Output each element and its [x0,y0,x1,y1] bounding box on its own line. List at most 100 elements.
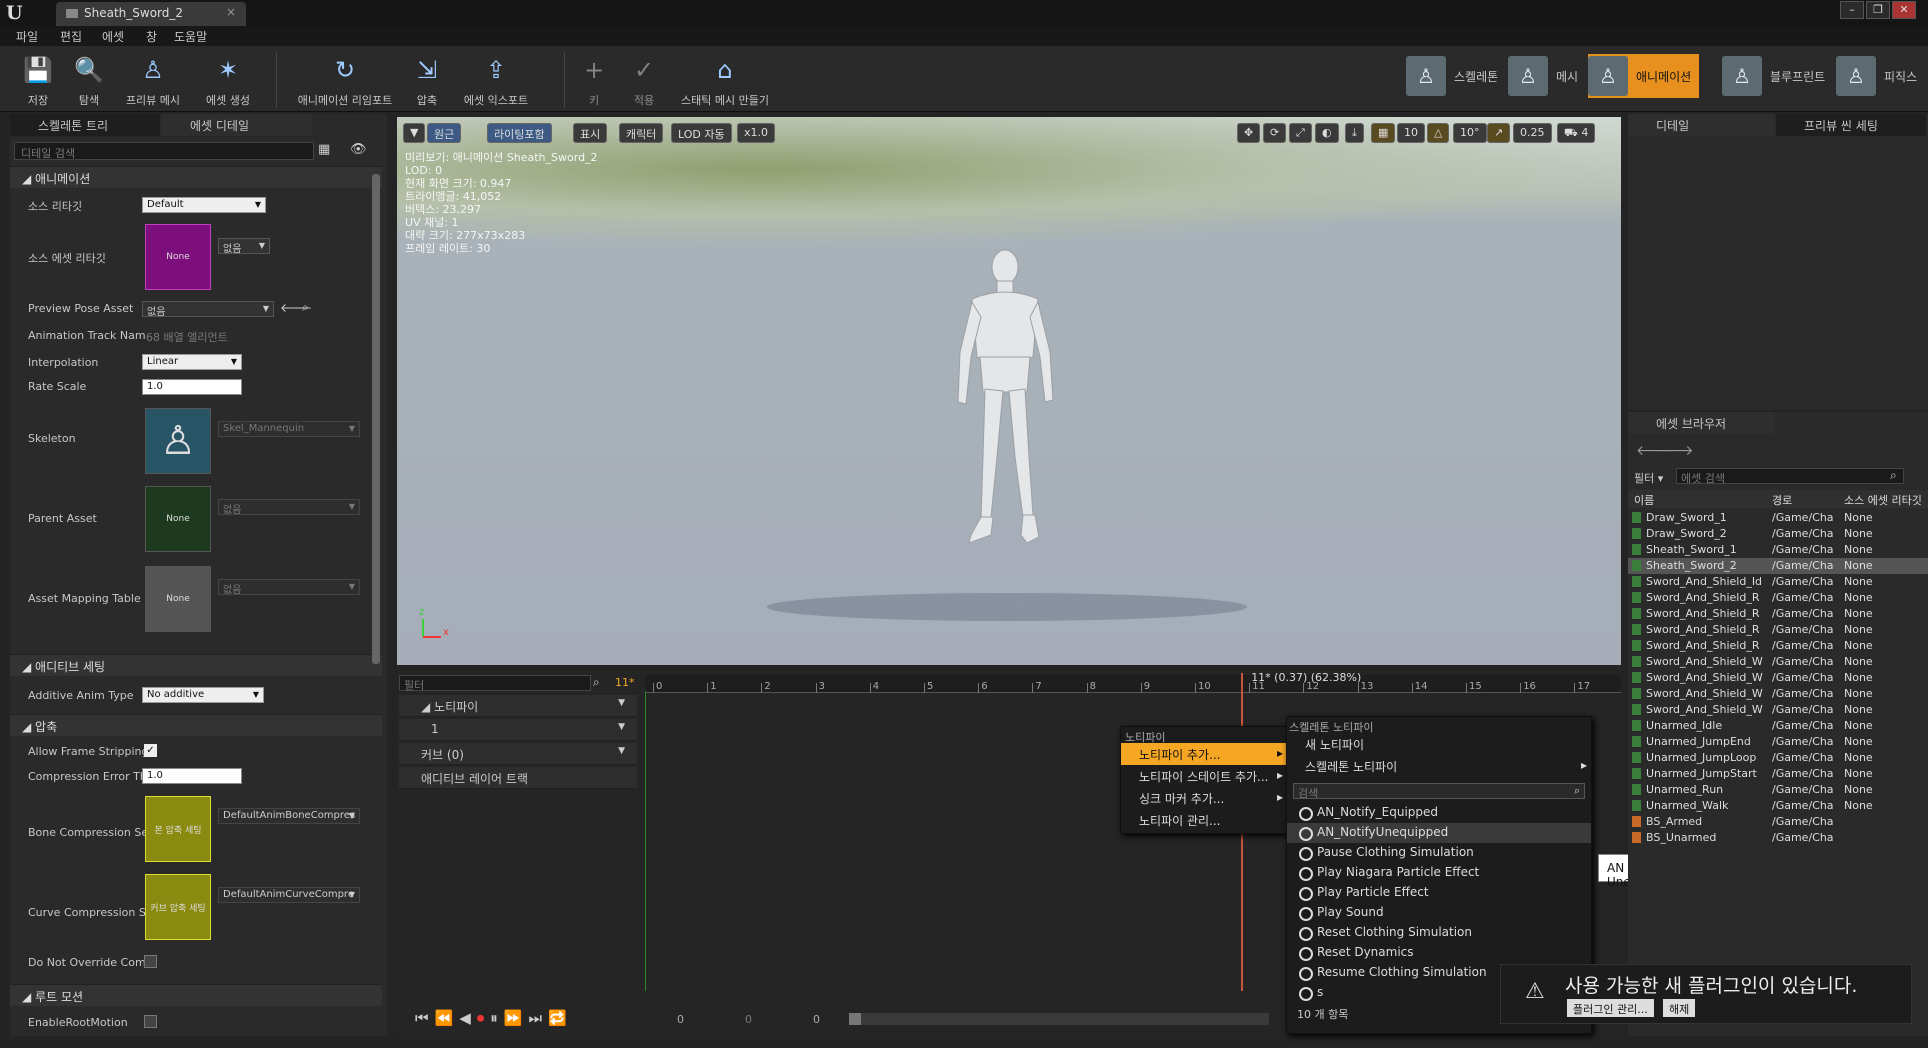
browse-button[interactable]: 🔍 탐색 [68,50,110,108]
track-notify-1[interactable]: 1 ▼ [399,719,637,741]
asset-row[interactable]: Sword_And_Shield_Id/Game/Cha None [1628,574,1928,590]
track-notifies[interactable]: ◢ 노티파이 ▼ [399,695,637,717]
manage-plugins-button[interactable]: 플러그인 관리... [1567,999,1654,1017]
export-asset-button[interactable]: ⇪ 에셋 익스포트 [458,50,534,108]
parent-asset-thumb[interactable]: None [145,486,211,552]
asset-row[interactable]: Unarmed_Run/Game/Cha None [1628,782,1928,798]
filter-button[interactable]: 필터 ▾ [1634,470,1663,486]
grid-view-icon[interactable]: ▦ [318,142,330,157]
section-compression[interactable]: ◢ 압축 [10,714,382,736]
column-path[interactable]: 경로 [1772,492,1792,508]
column-name[interactable]: 이름 [1634,492,1654,508]
source-asset-combo[interactable]: 없음 [218,238,270,255]
close-window-button[interactable]: ✕ [1892,1,1916,19]
maximize-button[interactable]: ❐ [1866,1,1890,19]
chevron-down-icon[interactable]: ▼ [618,722,625,732]
interpolation-combo[interactable]: Linear [142,354,242,370]
new-notify-item[interactable]: 새 노티파이 [1287,733,1591,755]
asset-row[interactable]: Sword_And_Shield_R/Game/Cha None [1628,638,1928,654]
skeleton-notify-item[interactable]: 스켈레톤 노티파이 ▸ [1287,755,1591,777]
preview-viewport[interactable]: ▼ 원근 라이팅포함 표시 캐릭터 LOD 자동 x1.0 ✥ ⟳ ⤢ ◐ ⤓ … [397,117,1621,665]
asset-row[interactable]: Sword_And_Shield_W/Game/Cha None [1628,686,1928,702]
menu-edit[interactable]: 편집 [60,28,82,45]
frame-field-start[interactable]: 0 [677,1013,684,1026]
menu-window[interactable]: 창 [146,28,157,45]
asset-row[interactable]: Unarmed_Walk/Game/Cha None [1628,798,1928,814]
save-button[interactable]: 💾 저장 [18,50,58,108]
mapping-table-combo[interactable]: 없음 [218,579,360,596]
close-tab-icon[interactable]: × [226,5,236,19]
notify-option[interactable]: Reset Dynamics [1287,943,1591,963]
asset-row[interactable]: Unarmed_JumpStart/Game/Cha None [1628,766,1928,782]
notify-option[interactable]: Pause Clothing Simulation [1287,843,1591,863]
timeline-scroll-thumb[interactable] [849,1013,861,1025]
search-icon[interactable]: ⌕ [302,300,309,315]
parent-asset-combo[interactable]: 없음 [218,499,360,516]
section-animation[interactable]: ◢ 애니메이션 [10,166,382,188]
track-curves[interactable]: 커브 (0) ▼ [399,743,637,765]
mode-physics[interactable]: ♙ 피직스 [1836,54,1917,98]
no-override-checkbox[interactable] [144,955,157,968]
asset-row[interactable]: Sword_And_Shield_R/Game/Cha None [1628,622,1928,638]
bone-compression-combo[interactable]: DefaultAnimBoneCompres [218,808,360,824]
allow-frame-stripping-checkbox[interactable]: ✓ [144,744,157,757]
skip-end-icon[interactable]: ⏭ [528,1009,548,1027]
menu-help[interactable]: 도움말 [174,28,207,45]
mode-blueprint[interactable]: ♙ 블루프린트 [1722,54,1825,98]
curve-compression-combo[interactable]: DefaultAnimCurveCompre [218,887,360,903]
notify-search-input[interactable]: 검색 ⌕ [1293,783,1585,800]
tab-asset-browser[interactable]: 에셋 브라우저 [1628,412,1774,434]
arrow-right-icon[interactable]: 🡒 [1656,442,1694,459]
chevron-down-icon[interactable]: ▼ [618,698,625,708]
asset-row[interactable]: Sword_And_Shield_W/Game/Cha None [1628,654,1928,670]
loop-icon[interactable]: 🔁 [548,1009,573,1027]
asset-row[interactable]: Draw_Sword_2/Game/Cha None [1628,526,1928,542]
mode-mesh[interactable]: ♙ 메시 [1508,54,1578,98]
play-reverse-icon[interactable]: ◀ [459,1009,477,1027]
asset-row[interactable]: Draw_Sword_1/Game/Cha None [1628,510,1928,526]
add-notify-item[interactable]: 노티파이 추가... ▸ [1121,743,1287,765]
asset-row[interactable]: BS_Armed/Game/Cha [1628,814,1928,830]
make-static-mesh-button[interactable]: ⌂ 스태틱 메시 만들기 [672,50,778,108]
eye-icon[interactable]: 👁 [350,142,367,157]
record-icon[interactable]: ⏺ [477,1009,491,1027]
timeline-scrollbar[interactable] [849,1013,1269,1025]
menu-file[interactable]: 파일 [16,28,38,45]
source-asset-thumb[interactable]: None [145,224,211,290]
bone-compression-thumb[interactable]: 본 압축 세팅 [145,796,211,862]
track-additive-layer[interactable]: 애디티브 레이어 트랙 [399,767,637,789]
notify-option[interactable]: AN_Notify_Equipped [1287,803,1591,823]
tab-asset-details[interactable]: 에셋 디테일 [162,114,312,136]
notify-option[interactable]: Play Niagara Particle Effect [1287,863,1591,883]
section-additive[interactable]: ◢ 애디티브 세팅 [10,654,382,676]
skip-start-icon[interactable]: ⏮ [415,1009,435,1027]
apply-button[interactable]: ✓ 적용 [624,50,664,108]
asset-row[interactable]: Unarmed_Idle/Game/Cha None [1628,718,1928,734]
notify-option[interactable]: AN_NotifyUnequipped [1287,823,1591,843]
pause-icon[interactable]: ⏸ [490,1009,504,1027]
skeleton-thumb[interactable]: ♙ [145,408,211,474]
mode-skeleton[interactable]: ♙ 스켈레톤 [1406,54,1498,98]
create-asset-button[interactable]: ✶ 에셋 생성 [198,50,258,108]
asset-row[interactable]: BS_Unarmed/Game/Cha [1628,830,1928,846]
add-sync-marker-item[interactable]: 싱크 마커 추가... ▸ [1121,787,1287,809]
rate-scale-input[interactable]: 1.0 [142,379,242,395]
preview-mesh-button[interactable]: ♙ 프리뷰 메시 [118,50,188,108]
notify-option[interactable]: Reset Clothing Simulation [1287,923,1591,943]
asset-row[interactable]: Unarmed_JumpEnd/Game/Cha None [1628,734,1928,750]
notify-option[interactable]: Play Sound [1287,903,1591,923]
preview-pose-combo[interactable]: 없음 [142,301,274,318]
column-source[interactable]: 소스 에셋 리타깃 [1844,492,1922,508]
key-button[interactable]: + 키 [574,50,614,108]
tab-skeleton-tree[interactable]: 스켈레톤 트리 [10,114,160,136]
compression-error-input[interactable]: 1.0 [142,768,242,784]
asset-row[interactable]: Sheath_Sword_2/Game/Cha None [1628,558,1928,574]
frame-field-current[interactable]: 0 [745,1013,752,1026]
step-forward-icon[interactable]: ⏩ [504,1009,529,1027]
search-icon[interactable]: ⌕ [593,675,600,690]
compress-button[interactable]: ⇲ 압축 [406,50,448,108]
section-root-motion[interactable]: ◢ 루트 모션 [10,984,382,1006]
asset-row[interactable]: Sword_And_Shield_W/Game/Cha None [1628,670,1928,686]
asset-search-input[interactable]: 에셋 검색 [1676,468,1904,485]
asset-row[interactable]: Unarmed_JumpLoop/Game/Cha None [1628,750,1928,766]
